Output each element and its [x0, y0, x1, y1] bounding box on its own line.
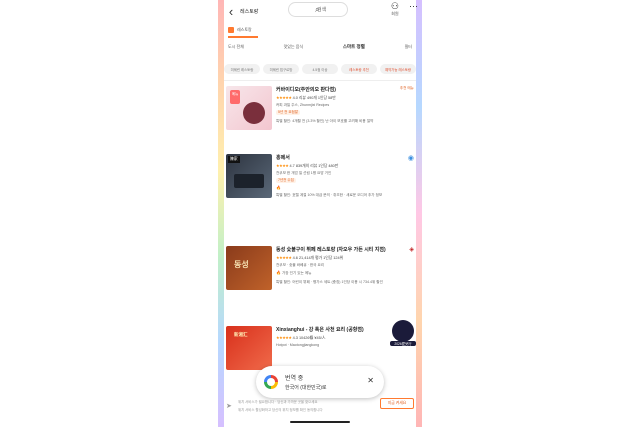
member-button[interactable]: ⚇ 회원	[391, 2, 399, 17]
photo-title: 新湘汇	[234, 332, 248, 337]
restaurant-note: 특별 할인: 호텔 계절 10% 대급 문의 · 취조한 · 새로운 오디어 추…	[276, 193, 383, 197]
category-underline	[228, 36, 258, 38]
restaurant-tag: 가장 인기 있는 메뉴	[281, 271, 312, 275]
translation-toast: 번역 중 한국어 (대한민국)로 ✕	[256, 366, 384, 398]
restaurant-logo-icon	[228, 27, 234, 33]
map-pin-icon[interactable]: ◉	[408, 154, 414, 162]
logo-icon: ◈	[409, 247, 414, 253]
restaurant-note: 특별 할인: 4개월 전 (3.3% 할인) 난 아이 보호를 고려해 비용 절…	[276, 119, 374, 123]
restaurant-info: 동성 숯불구이 뷔페 레스토랑 (자오우 가든 시티 지점) ★★★★★ 4.6…	[276, 246, 414, 287]
photo-title: 동성	[234, 260, 249, 269]
category-logo: 레스토랑	[228, 27, 258, 38]
price-per-person: 1인당 124위	[323, 256, 344, 260]
restaurant-tag: 7년전 수집	[276, 178, 296, 183]
restaurant-photo: 동성	[226, 246, 272, 290]
divider	[224, 80, 416, 81]
review-count: 21,414개 평가	[298, 256, 323, 260]
restaurant-photo: 新湘汇	[226, 326, 272, 370]
enable-location-button[interactable]: 지금 켜세요	[380, 398, 414, 409]
filter-sort[interactable]: 스마트 정렬	[343, 44, 365, 50]
review-count: 839개의 리뷰	[295, 164, 318, 168]
recommend-badge: 추천 메뉴	[399, 86, 414, 90]
restaurant-name: 홍메서	[276, 155, 290, 161]
location-line-1: 위치 서비스가 필요합니다 · 당신과 가까운 곳을 찾으세요	[238, 400, 318, 404]
search-icon: ⌕	[315, 5, 320, 14]
header-icons: ⚇ 회원 ⋯	[391, 2, 418, 17]
restaurant-card[interactable]: 동성 동성 숯불구이 뷔페 레스토랑 (자오우 가든 시티 지점) ★★★★★ …	[226, 246, 414, 322]
toast-title: 번역 중	[285, 376, 304, 382]
rating-value: 4.7	[289, 164, 295, 168]
filter-city[interactable]: 도시 전체	[228, 44, 244, 50]
photo-interior	[234, 174, 264, 188]
location-arrow-icon: ➤	[226, 403, 232, 410]
restaurant-rating: ★★★★ 4.7 839개의 리뷰 1인당 480만	[276, 163, 414, 169]
chip-rating[interactable]: 4.5점 이상	[302, 64, 338, 74]
member-icon: ⚇	[390, 1, 399, 11]
restaurant-area: 커피 과일 주스, Zhunmjixi Recipes	[276, 103, 330, 107]
review-count: 리뷰 490개	[298, 96, 317, 100]
restaurant-card[interactable]: 陳家 홍메서 ★★★★ 4.7 839개의 리뷰 1인당 480만 천쿠보 한 …	[226, 154, 414, 238]
restaurant-photo: 메뉴	[226, 86, 272, 130]
flame-icon: 🔥	[276, 185, 281, 190]
more-button[interactable]: ⋯	[409, 2, 418, 11]
rating-stars: ★★★★★	[276, 336, 292, 340]
chip-reservable[interactable]: 예약가능 레스토랑	[380, 64, 416, 74]
category-label: 레스토랑	[237, 27, 252, 32]
flame-icon: 🔥	[276, 270, 281, 275]
google-logo-icon	[264, 375, 278, 389]
filter-bar: 도시 전체 맛있는 음식 스마트 정렬 필터	[228, 44, 412, 50]
rating-stars: ★★★★★	[276, 256, 292, 260]
rating-stars: ★★★★★	[276, 96, 292, 100]
rating-value: 4.6	[292, 256, 298, 260]
price-per-person: ¥45/人	[314, 336, 326, 340]
back-arrow-icon[interactable]: ‹	[224, 5, 238, 18]
restaurant-name: 동성 숯불구이 뷔페 레스토랑 (자오우 가든 시티 지점)	[276, 247, 386, 253]
search-input[interactable]: ⌕ 검색	[288, 2, 348, 17]
menu-badge: 메뉴	[230, 90, 240, 104]
page-title: 레스토랑	[240, 8, 259, 15]
price-per-person: 1인당 480만	[318, 164, 339, 168]
filter-more[interactable]: 필터	[405, 44, 412, 50]
restaurant-area: 천쿠보 · 숯불 바베큐 · 한국 요리	[276, 263, 325, 267]
restaurant-note: 특별 할인: 어린이 뷔페 · 평가스 세트 (충칭) 1인당 이용 시 734…	[276, 280, 383, 284]
rating-value: 4.0	[292, 96, 298, 100]
rating-stars: ★★★★	[276, 164, 289, 168]
restaurant-photo: 陳家	[226, 154, 272, 198]
rating-value: 4.3	[292, 336, 298, 340]
restaurant-area: 천쿠보 한 개업 일 선림 1평 요방 거인	[276, 171, 332, 175]
restaurant-rating: ★★★★★ 4.6 21,414개 평가 1인당 124위	[276, 255, 414, 261]
close-icon[interactable]: ✕	[367, 376, 374, 385]
restaurant-tag: 5년 전 요점알	[276, 110, 300, 115]
restaurant-info: 커바이디오(주안의오 판다점) ★★★★★ 4.0 리뷰 490개 1인당 58…	[276, 86, 414, 126]
flame-row: 🔥	[276, 185, 414, 190]
chip-bib[interactable]: 미쉐린 빕구르망	[263, 64, 299, 74]
more-icon: ⋯	[409, 1, 418, 11]
floating-promo-button[interactable]: 2026愛兒行	[390, 320, 416, 346]
phone-screen: ‹ 레스토랑 ⌕ 검색 ⚇ 회원 ⋯ 레스토랑 도시 전체 맛있는 음식 스마트…	[218, 0, 422, 427]
glow-edge-right	[416, 0, 422, 427]
member-label: 회원	[391, 11, 399, 16]
home-indicator	[290, 421, 350, 423]
location-banner: ➤ 위치 서비스가 필요합니다 · 당신과 가까운 곳을 찾으세요 위치 서비스…	[224, 396, 416, 416]
filter-food[interactable]: 맛있는 음식	[284, 44, 304, 50]
restaurant-info: 홍메서 ★★★★ 4.7 839개의 리뷰 1인당 480만 천쿠보 한 개업 …	[276, 154, 414, 200]
price-per-person: 1인당 58만	[317, 96, 336, 100]
promo-label: 2026愛兒行	[390, 341, 416, 346]
photo-sign: 陳家	[228, 156, 240, 163]
restaurant-card[interactable]: 메뉴 커바이디오(주안의오 판다점) ★★★★★ 4.0 리뷰 490개 1인당…	[226, 86, 414, 146]
location-line-2: 위치 서비스 활성화하고 당신의 위치 정보를 확인 동의합니다	[238, 408, 323, 412]
photo-dish	[243, 102, 265, 124]
restaurant-name: 커바이디오(주안의오 판다점)	[276, 87, 336, 93]
chip-recommend[interactable]: 레스토랑 추천	[341, 64, 377, 74]
restaurant-rating: ★★★★★ 4.0 리뷰 490개 1인당 58만	[276, 95, 414, 101]
review-count: 10426條	[298, 336, 314, 340]
quick-filter-chips: 미쉐린 레스토랑 미쉐린 빕구르망 4.5점 이상 레스토랑 추천 예약가능 레…	[224, 64, 416, 74]
toast-subtitle: 한국어 (대한민국)로	[285, 385, 327, 391]
chip-michelin[interactable]: 미쉐린 레스토랑	[224, 64, 260, 74]
